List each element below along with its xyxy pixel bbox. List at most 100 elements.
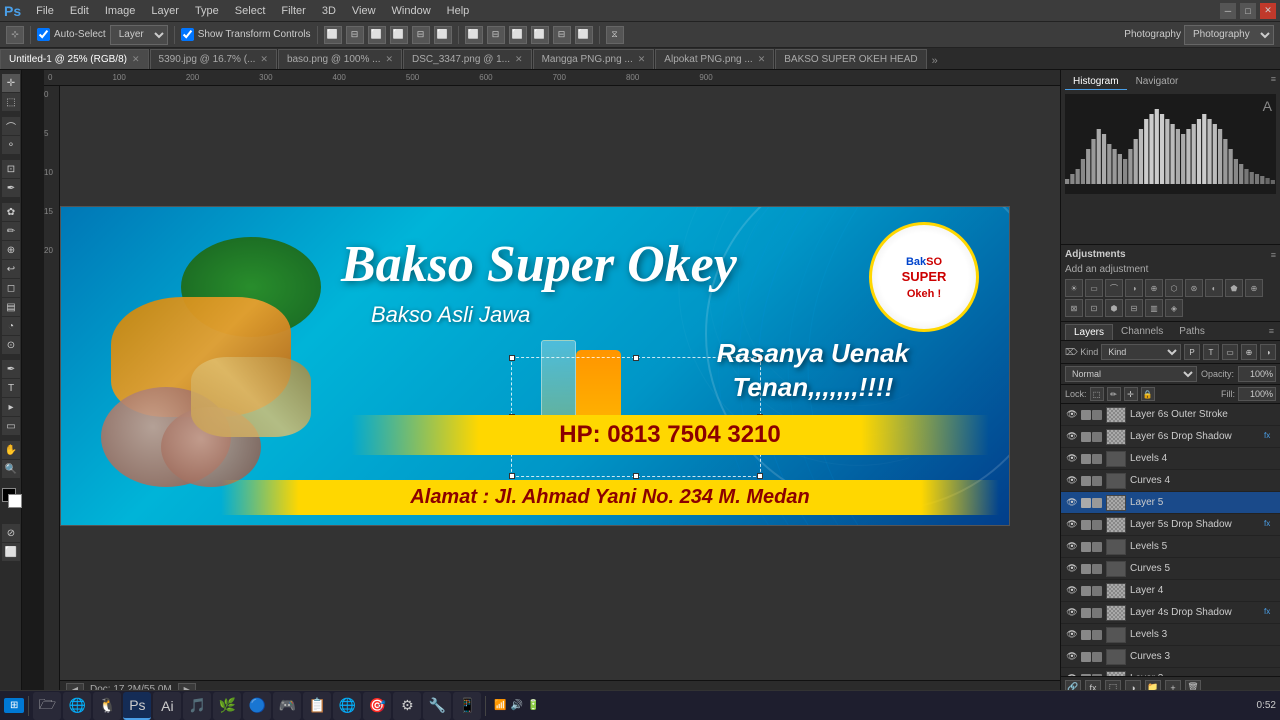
- sys-network-icon[interactable]: 📶: [494, 700, 506, 711]
- taskbar-item-6[interactable]: 🎵: [183, 692, 211, 720]
- tabs-overflow-button[interactable]: »: [928, 53, 942, 69]
- black-white-adj[interactable]: ◐: [1205, 279, 1223, 297]
- close-button[interactable]: ✕: [1260, 3, 1276, 19]
- tab-close-alpokat[interactable]: ✕: [758, 54, 766, 65]
- opacity-input[interactable]: [1238, 366, 1276, 382]
- type-tool[interactable]: T: [2, 379, 20, 397]
- healing-brush-tool[interactable]: ✿: [2, 203, 20, 221]
- color-lookup-adj[interactable]: ⊠: [1065, 299, 1083, 317]
- align-bottom-icon[interactable]: ⬜: [434, 26, 452, 44]
- brush-tool[interactable]: ✏: [2, 222, 20, 240]
- menu-edit[interactable]: Edit: [63, 3, 96, 19]
- filter-icon-shape[interactable]: ▭: [1222, 344, 1238, 360]
- taskbar-item-13[interactable]: ⚙: [393, 692, 421, 720]
- layer-item-levels4[interactable]: 👁 Levels 4: [1061, 448, 1280, 470]
- maximize-button[interactable]: □: [1240, 3, 1256, 19]
- quick-mask-tool[interactable]: ⊘: [2, 524, 20, 542]
- handle-tc[interactable]: [633, 355, 639, 361]
- layer-item-levels5[interactable]: 👁 Levels 5: [1061, 536, 1280, 558]
- layer-visibility-5s-drop[interactable]: 👁: [1065, 518, 1079, 532]
- lasso-tool[interactable]: ⌒: [2, 117, 20, 135]
- eraser-tool[interactable]: ◻: [2, 279, 20, 297]
- taskbar-item-8[interactable]: 🔵: [243, 692, 271, 720]
- exposure-adj[interactable]: ◑: [1125, 279, 1143, 297]
- tab-baso[interactable]: baso.png @ 100% ... ✕: [278, 49, 402, 69]
- layer-visibility-6s-outer[interactable]: 👁: [1065, 408, 1079, 422]
- layer-visibility-levels3[interactable]: 👁: [1065, 628, 1079, 642]
- blur-tool[interactable]: ◔: [2, 317, 20, 335]
- histogram-tab[interactable]: Histogram: [1065, 74, 1127, 90]
- channel-mixer-adj[interactable]: ⊕: [1245, 279, 1263, 297]
- handle-tl[interactable]: [509, 355, 515, 361]
- menu-filter[interactable]: Filter: [274, 3, 312, 19]
- tab-close-untitled1[interactable]: ✕: [132, 54, 140, 65]
- layer-item-curves3[interactable]: 👁 Curves 3: [1061, 646, 1280, 668]
- distribute-top-icon[interactable]: ⬜: [531, 26, 549, 44]
- tab-dsc3347[interactable]: DSC_3347.png @ 1... ✕: [403, 49, 532, 69]
- tab-5390[interactable]: 5390.jpg @ 16.7% (... ✕: [150, 49, 277, 69]
- sys-battery-icon[interactable]: 🔋: [527, 700, 539, 711]
- taskbar-item-7[interactable]: 🌿: [213, 692, 241, 720]
- layer-item-layer4[interactable]: 👁 Layer 4: [1061, 580, 1280, 602]
- menu-type[interactable]: Type: [188, 3, 226, 19]
- filter-icon-text[interactable]: T: [1203, 344, 1219, 360]
- layer-item-5s-drop[interactable]: 👁 Layer 5s Drop Shadow fx: [1061, 514, 1280, 536]
- start-button[interactable]: ⊞: [4, 698, 24, 713]
- layer-item-6s-drop[interactable]: 👁 Layer 6s Drop Shadow fx: [1061, 426, 1280, 448]
- quick-select-tool[interactable]: ⚬: [2, 136, 20, 154]
- brightness-contrast-adj[interactable]: ☀: [1065, 279, 1083, 297]
- menu-3d[interactable]: 3D: [315, 3, 343, 19]
- color-balance-adj[interactable]: ⊛: [1185, 279, 1203, 297]
- taskbar-item-15[interactable]: 📱: [453, 692, 481, 720]
- history-brush-tool[interactable]: ↩: [2, 260, 20, 278]
- layer-visibility-layer4[interactable]: 👁: [1065, 584, 1079, 598]
- handle-bl[interactable]: [509, 473, 515, 479]
- layer-item-6s-outer[interactable]: 👁 Layer 6s Outer Stroke: [1061, 404, 1280, 426]
- photo-filter-adj[interactable]: ⬟: [1225, 279, 1243, 297]
- auto-align-icon[interactable]: ⧖: [606, 26, 624, 44]
- tab-untitled1[interactable]: Untitled-1 @ 25% (RGB/8) ✕: [0, 49, 149, 69]
- hue-sat-adj[interactable]: ⬡: [1165, 279, 1183, 297]
- taskbar-item-12[interactable]: 🎯: [363, 692, 391, 720]
- show-transform-checkbox[interactable]: [181, 28, 194, 41]
- threshold-adj[interactable]: ⊟: [1125, 299, 1143, 317]
- marquee-tool[interactable]: ⬚: [2, 93, 20, 111]
- lock-image-btn[interactable]: ✏: [1107, 387, 1121, 401]
- minimize-button[interactable]: ─: [1220, 3, 1236, 19]
- sys-volume-icon[interactable]: 🔊: [511, 700, 523, 711]
- navigator-tab[interactable]: Navigator: [1128, 74, 1187, 90]
- workspace-select[interactable]: Photography Essentials: [1184, 25, 1274, 45]
- posterize-adj[interactable]: ⬢: [1105, 299, 1123, 317]
- layer-visibility-curves4[interactable]: 👁: [1065, 474, 1079, 488]
- pen-tool[interactable]: ✒: [2, 360, 20, 378]
- histogram-expand-button[interactable]: ≡: [1271, 74, 1276, 90]
- menu-select[interactable]: Select: [228, 3, 273, 19]
- tab-close-mangga[interactable]: ✕: [638, 54, 646, 65]
- fill-input[interactable]: [1238, 387, 1276, 401]
- taskbar-item-9[interactable]: 🎮: [273, 692, 301, 720]
- tab-alpokat[interactable]: Alpokat PNG.png ... ✕: [655, 49, 774, 69]
- curves-adj[interactable]: ⌒: [1105, 279, 1123, 297]
- lock-transparent-btn[interactable]: ⬚: [1090, 387, 1104, 401]
- taskbar-photoshop[interactable]: Ps: [123, 692, 151, 720]
- background-color[interactable]: [8, 494, 22, 508]
- taskbar-illustrator[interactable]: Ai: [153, 692, 181, 720]
- taskbar-browser[interactable]: 🌐: [63, 692, 91, 720]
- filter-icon-pixel[interactable]: P: [1184, 344, 1200, 360]
- tab-mangga[interactable]: Mangga PNG.png ... ✕: [533, 49, 655, 69]
- taskbar-item-10[interactable]: 📋: [303, 692, 331, 720]
- distribute-bottom-icon[interactable]: ⬜: [575, 26, 593, 44]
- menu-image[interactable]: Image: [98, 3, 143, 19]
- menu-help[interactable]: Help: [440, 3, 477, 19]
- menu-view[interactable]: View: [345, 3, 383, 19]
- distribute-right-icon[interactable]: ⬜: [509, 26, 527, 44]
- layers-tab-channels[interactable]: Channels: [1113, 324, 1171, 340]
- levels-adj[interactable]: ▭: [1085, 279, 1103, 297]
- layer-item-levels3[interactable]: 👁 Levels 3: [1061, 624, 1280, 646]
- layer-item-layer3[interactable]: 👁 Layer 3: [1061, 668, 1280, 676]
- handle-br[interactable]: [757, 473, 763, 479]
- hand-tool[interactable]: ✋: [2, 441, 20, 459]
- selective-color-adj[interactable]: ◈: [1165, 299, 1183, 317]
- filter-icon-smart[interactable]: ⊕: [1241, 344, 1257, 360]
- layer-visibility-curves3[interactable]: 👁: [1065, 650, 1079, 664]
